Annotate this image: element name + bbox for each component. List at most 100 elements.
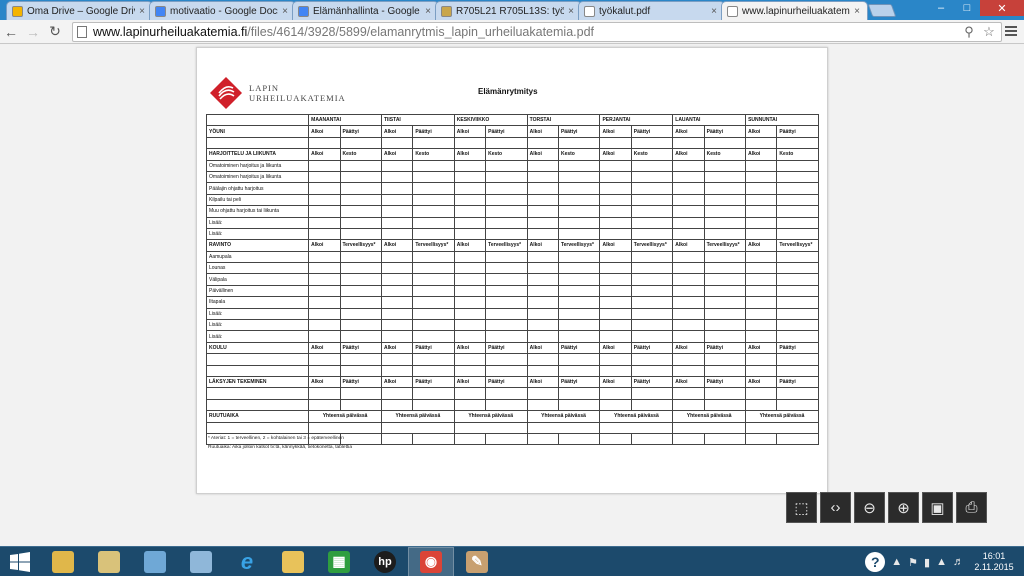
table-cell <box>380 262 414 275</box>
table-cell <box>485 387 528 400</box>
battery-icon[interactable]: ▮ <box>924 556 930 569</box>
start-button[interactable] <box>0 547 40 576</box>
tab-2[interactable]: Elämänhallinta - Google D × <box>292 1 439 20</box>
taskbar-file-manager[interactable] <box>86 547 132 576</box>
zoom-out-button[interactable]: ⊖ <box>854 492 885 523</box>
show-hidden-icons-icon[interactable]: ▲ <box>891 556 902 568</box>
table-cell <box>412 307 455 321</box>
network-icon[interactable]: ▲ <box>936 556 947 568</box>
tab-close-icon[interactable]: × <box>280 6 290 17</box>
table-cell <box>412 216 455 229</box>
column-label: Yhteensä päivässä <box>526 410 601 423</box>
tab-close-icon[interactable]: × <box>137 6 147 17</box>
table-cell <box>672 159 705 172</box>
help-icon[interactable]: ? <box>865 552 886 572</box>
table-cell <box>703 387 747 400</box>
table-cell <box>630 432 674 446</box>
table-cell <box>630 353 674 366</box>
tab-0[interactable]: Oma Drive – Google Drive × <box>6 1 153 20</box>
taskbar-store[interactable]: ▦ <box>316 547 362 576</box>
row-label: Lisää: <box>205 307 310 321</box>
table-cell <box>703 432 747 446</box>
close-button[interactable]: ✕ <box>980 0 1024 16</box>
file-explorer-icon <box>52 550 74 573</box>
tab-label: Oma Drive – Google Drive <box>27 5 135 17</box>
taskbar-folder[interactable] <box>270 547 316 576</box>
table-cell <box>380 319 414 332</box>
column-label: Terveellisyys* <box>557 239 601 252</box>
row-label: Kilpailu tai peli <box>205 193 310 207</box>
address-bar[interactable]: www.lapinurheiluakatemia.fi/files/4614/3… <box>72 22 1002 42</box>
table-cell <box>557 387 601 400</box>
row-label: Päälajin ohjattu harjoitus <box>205 182 310 195</box>
footnotes: * Ateriat: 1 = terveellinen, 2 = kohtala… <box>208 434 352 452</box>
volume-icon[interactable]: ♬ <box>953 556 964 568</box>
taskbar-paint[interactable]: ✎ <box>454 547 500 576</box>
table-cell <box>776 227 819 241</box>
table-cell <box>485 432 528 446</box>
column-label: Kesto <box>703 148 747 161</box>
bookmark-star-icon[interactable]: ☆ <box>981 24 997 40</box>
action-center-icon[interactable]: ⚑ <box>908 556 918 569</box>
back-button[interactable]: ← <box>0 21 22 43</box>
tab-close-icon[interactable]: × <box>423 6 433 17</box>
table-cell <box>557 319 601 332</box>
table-cell <box>526 387 559 400</box>
table-cell <box>745 330 778 343</box>
tab-close-icon[interactable]: × <box>852 6 862 17</box>
control-panel-icon <box>144 550 166 573</box>
clock[interactable]: 16:01 2.11.2015 <box>970 551 1018 573</box>
taskbar-computer[interactable] <box>178 547 224 576</box>
table-cell <box>485 170 528 184</box>
row-label: Välipala <box>205 273 310 286</box>
table-row <box>205 353 819 366</box>
tab-4[interactable]: työkalut.pdf × <box>578 1 725 20</box>
column-label: Päättyi <box>485 125 528 138</box>
taskbar-hp[interactable]: hp <box>362 547 408 576</box>
tab-5[interactable]: www.lapinurheiluakatemia × <box>721 1 868 20</box>
column-label: Alkoi <box>308 148 341 161</box>
column-label: Päättyi <box>776 125 819 138</box>
fit-page-button[interactable]: ⬚ <box>786 492 817 523</box>
maximize-button[interactable]: □ <box>954 0 980 16</box>
table-cell <box>412 136 455 150</box>
table-cell <box>703 159 747 172</box>
save-button[interactable]: ▣ <box>922 492 953 523</box>
section-row: YÖUNI Alkoi Päättyi Alkoi Päättyi Alkoi Päätty… <box>205 125 819 138</box>
day-header: MAANANTAI <box>308 113 382 127</box>
schedule-table: MAANANTAI TIISTAI KESKIVIIKKO TORSTAI PERJAN… <box>205 113 819 446</box>
table-cell <box>599 364 632 378</box>
zoom-in-button[interactable]: ⊕ <box>888 492 919 523</box>
tab-close-icon[interactable]: × <box>709 6 719 17</box>
forward-button[interactable]: → <box>22 21 44 43</box>
search-icon[interactable]: ⚲ <box>961 24 977 40</box>
table-cell <box>672 398 705 412</box>
table-cell <box>453 182 487 195</box>
minimize-button[interactable]: – <box>928 0 954 16</box>
tab-3[interactable]: R705L21 R705L13S: työkalut× <box>435 1 582 20</box>
row-label <box>205 364 310 378</box>
table-cell <box>599 193 632 207</box>
url-host: www.lapinurheiluakatemia.fi <box>93 25 248 39</box>
table-cell <box>412 432 455 446</box>
taskbar-internet-explorer[interactable]: e <box>224 547 270 576</box>
taskbar-control-panel[interactable] <box>132 547 178 576</box>
column-label: Alkoi <box>672 375 705 389</box>
store-icon: ▦ <box>328 550 350 573</box>
print-button[interactable]: ⎙ <box>956 492 987 523</box>
table-cell <box>630 170 674 184</box>
fit-width-button[interactable]: ‹› <box>820 492 851 523</box>
browser-menu-icon[interactable] <box>1004 24 1018 38</box>
table-cell <box>599 170 632 184</box>
footnote-screen-time: Ruutuaika: Aika jolloin katsot tv:tä, kä… <box>208 445 352 450</box>
column-label: Alkoi <box>672 148 705 161</box>
reload-button[interactable]: ↻ <box>44 21 66 43</box>
table-row: Lounas <box>205 262 819 275</box>
tab-1[interactable]: motivaatio - Google Docs × <box>149 1 296 20</box>
new-tab-button[interactable] <box>867 4 897 17</box>
tab-close-icon[interactable]: × <box>566 6 576 17</box>
taskbar-file-explorer[interactable] <box>40 547 86 576</box>
table-cell <box>672 353 705 366</box>
taskbar-chrome[interactable]: ◉ <box>408 546 454 576</box>
column-label: Päättyi <box>557 375 601 389</box>
